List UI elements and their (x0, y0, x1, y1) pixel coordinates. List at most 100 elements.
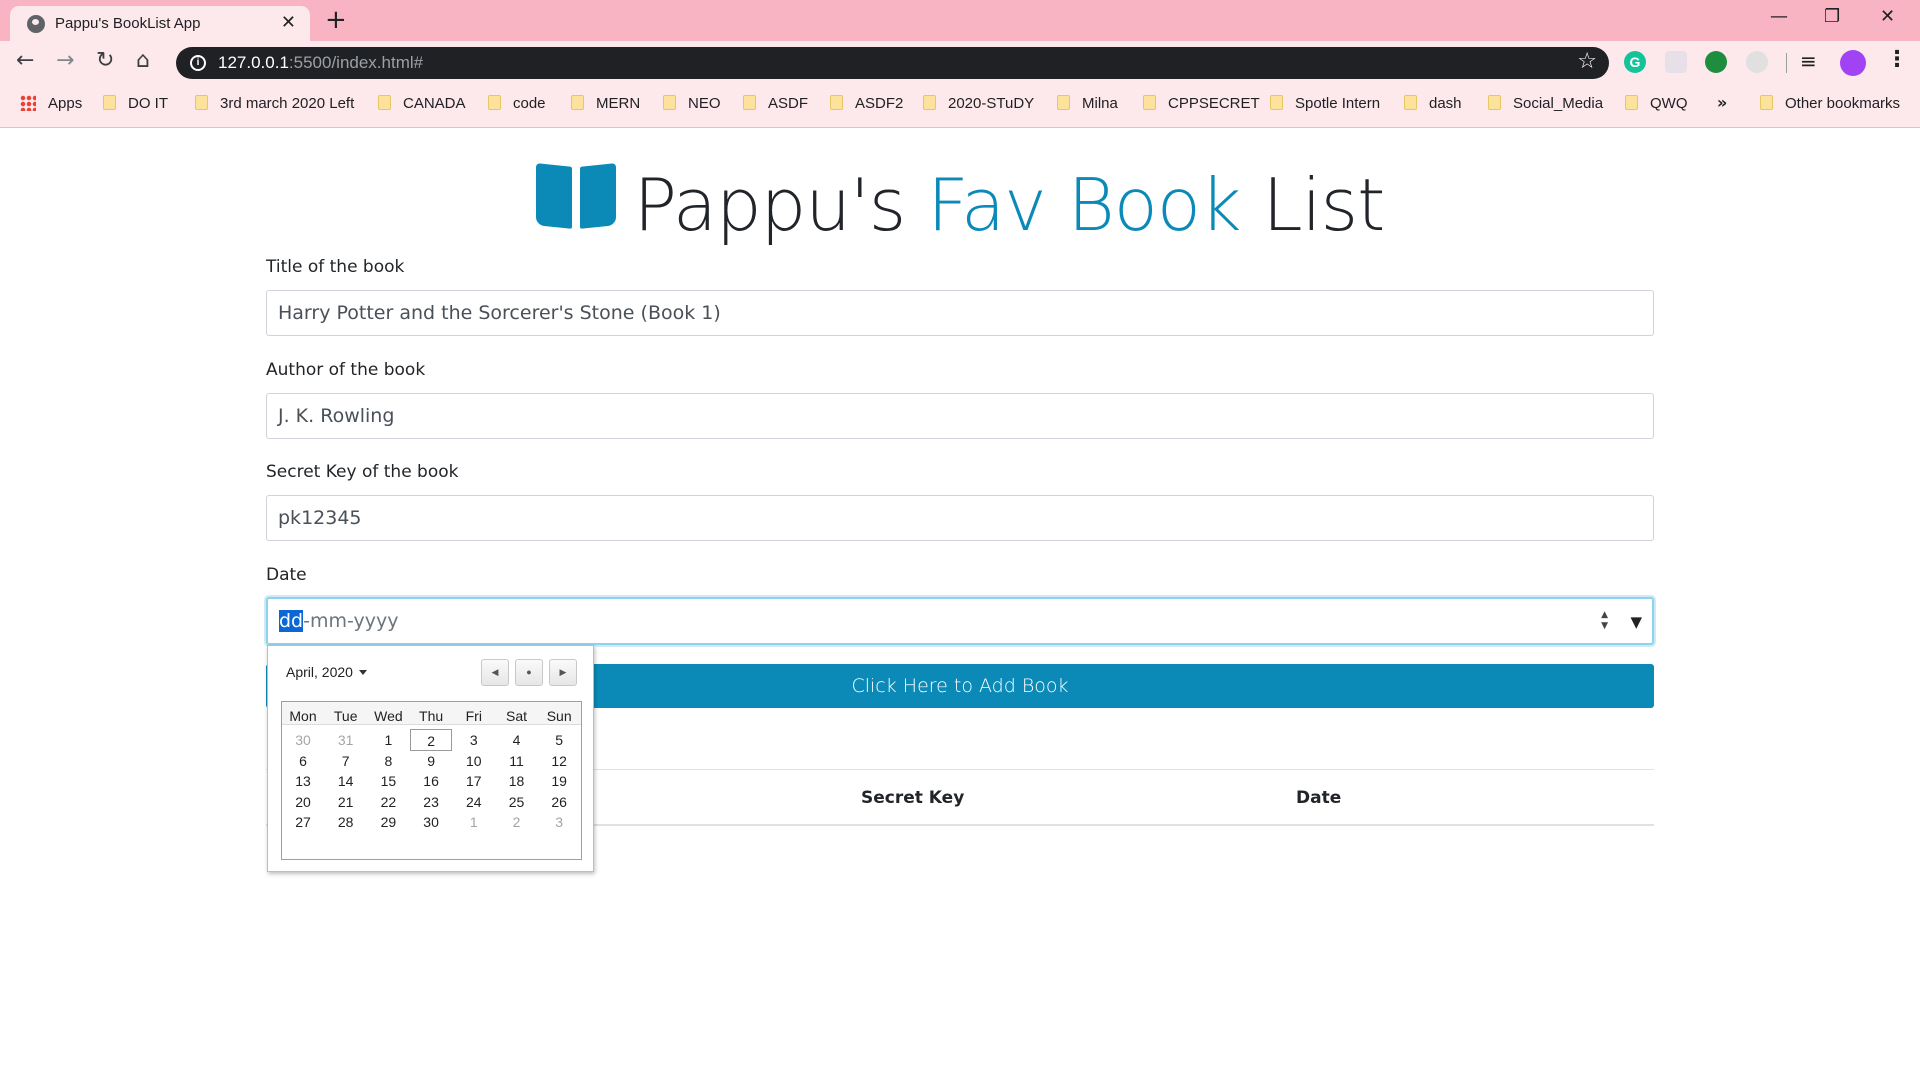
author-label: Author of the book (266, 360, 426, 380)
bookmark-item[interactable]: MERN (571, 95, 640, 112)
today-button[interactable]: ● (515, 659, 543, 686)
star-icon[interactable]: ☆ (1577, 49, 1597, 74)
calendar-day[interactable]: 15 (367, 770, 409, 792)
browser-tab[interactable]: Pappu's BookList App ✕ (10, 6, 310, 41)
calendar-day[interactable]: 9 (410, 750, 452, 772)
url-text[interactable]: 127.0.0.1:5500/index.html# (218, 53, 423, 73)
bookmark-item[interactable]: Milna (1057, 95, 1118, 112)
author-input[interactable]: J. K. Rowling (266, 393, 1654, 439)
calendar-day[interactable]: 18 (496, 770, 538, 792)
home-icon[interactable]: ⌂ (136, 48, 150, 73)
extension-icon[interactable] (1746, 51, 1768, 73)
folder-icon (1760, 95, 1773, 110)
secret-key-input[interactable]: pk12345 (266, 495, 1654, 541)
close-tab-icon[interactable]: ✕ (281, 12, 296, 33)
bookmark-item[interactable]: DO IT (103, 95, 168, 112)
calendar-day[interactable]: 13 (282, 770, 324, 792)
new-tab-button[interactable]: + (325, 5, 347, 35)
calendar-day[interactable]: 27 (282, 811, 324, 833)
browser-toolbar: ← → ↻ ⌂ i 127.0.0.1:5500/index.html# ☆ G… (0, 41, 1920, 83)
calendar-day[interactable]: 24 (453, 791, 495, 813)
calendar-day[interactable]: 29 (367, 811, 409, 833)
calendar-day[interactable]: 1 (367, 729, 409, 751)
back-arrow-icon[interactable]: ← (16, 48, 34, 73)
date-spinner-icon[interactable]: ▲ ▼ (1601, 610, 1608, 632)
bookmark-item[interactable]: dash (1404, 95, 1462, 112)
date-input[interactable]: dd-mm-yyyy ▲ ▼ ▼ (266, 597, 1654, 645)
previous-month-button[interactable]: ◀ (481, 659, 509, 686)
calendar-day[interactable]: 28 (325, 811, 367, 833)
date-day-segment[interactable]: dd (279, 610, 304, 632)
folder-icon (923, 95, 936, 110)
calendar-day[interactable]: 12 (538, 750, 580, 772)
calendar-day[interactable]: 2 (496, 811, 538, 833)
reload-icon[interactable]: ↻ (96, 48, 114, 73)
calendar-day[interactable]: 21 (325, 791, 367, 813)
kebab-menu-icon[interactable]: ⋮ (1886, 47, 1908, 72)
bookmark-item[interactable]: NEO (663, 95, 721, 112)
calendar-dropdown-icon[interactable]: ▼ (1630, 600, 1642, 644)
bookmark-item[interactable]: CANADA (378, 95, 466, 112)
grammarly-extension-icon[interactable]: G (1624, 51, 1646, 73)
folder-icon (1488, 95, 1501, 110)
date-placeholder: -mm-yyyy (303, 610, 399, 632)
calendar-day[interactable]: 26 (538, 791, 580, 813)
calendar-day[interactable]: 30 (410, 811, 452, 833)
minimize-button[interactable]: — (1770, 6, 1788, 27)
profile-avatar[interactable] (1840, 50, 1866, 76)
page-title: Pappu's Fav Book List (0, 163, 1920, 247)
calendar-day[interactable]: 3 (453, 729, 495, 751)
extension-icon[interactable] (1705, 51, 1727, 73)
maximize-button[interactable]: ❐ (1824, 6, 1840, 27)
calendar-day[interactable]: 3 (538, 811, 580, 833)
calendar-day[interactable]: 4 (496, 729, 538, 751)
calendar-day[interactable]: 20 (282, 791, 324, 813)
calendar-day[interactable]: 1 (453, 811, 495, 833)
apps-grid-icon (20, 95, 36, 111)
calendar-day[interactable]: 10 (453, 750, 495, 772)
calendar-day[interactable]: 14 (325, 770, 367, 792)
month-selector[interactable]: April, 2020 (286, 664, 367, 680)
weekday-label: Sat (505, 708, 527, 724)
calendar-day[interactable]: 19 (538, 770, 580, 792)
browser-tabstrip: Pappu's BookList App ✕ + — ❐ ✕ (0, 0, 1920, 41)
media-control-icon[interactable]: ≡ (1800, 49, 1817, 73)
bookmark-apps[interactable]: Apps (20, 95, 82, 112)
info-icon[interactable]: i (190, 55, 206, 71)
bookmark-item[interactable]: CPPSECRET (1143, 95, 1260, 112)
calendar-day[interactable]: 2 (410, 729, 453, 751)
date-picker-popup: April, 2020 ◀ ● ▶ Mon Tue Wed Thu Fri Sa… (267, 645, 594, 872)
bookmark-item[interactable]: 3rd march 2020 Left (195, 95, 354, 112)
calendar-day[interactable]: 17 (453, 770, 495, 792)
calendar-day[interactable]: 16 (410, 770, 452, 792)
title-label: Title of the book (266, 257, 405, 277)
calendar-day[interactable]: 30 (282, 729, 324, 751)
bookmark-item[interactable]: ASDF (743, 95, 808, 112)
forward-arrow-icon[interactable]: → (56, 48, 74, 73)
bookmark-item[interactable]: code (488, 95, 546, 112)
calendar-day[interactable]: 22 (367, 791, 409, 813)
folder-icon (1625, 95, 1638, 110)
calendar-day[interactable]: 8 (367, 750, 409, 772)
calendar-day[interactable]: 5 (538, 729, 580, 751)
bookmark-item[interactable]: 2020-STuDY (923, 95, 1034, 112)
table-header-secret-key: Secret Key (861, 788, 965, 808)
calendar-day[interactable]: 7 (325, 750, 367, 772)
address-bar[interactable]: i 127.0.0.1:5500/index.html# ☆ (176, 47, 1609, 79)
calendar-day[interactable]: 6 (282, 750, 324, 772)
bookmark-item[interactable]: QWQ (1625, 95, 1688, 112)
calendar-day[interactable]: 25 (496, 791, 538, 813)
next-month-button[interactable]: ▶ (549, 659, 577, 686)
bookmarks-overflow-button[interactable]: » (1717, 93, 1727, 112)
title-input[interactable]: Harry Potter and the Sorcerer's Stone (B… (266, 290, 1654, 336)
calendar-day[interactable]: 11 (496, 750, 538, 772)
other-bookmarks[interactable]: Other bookmarks (1760, 95, 1900, 112)
bookmark-item[interactable]: ASDF2 (830, 95, 903, 112)
bookmark-item[interactable]: Spotle Intern (1270, 95, 1380, 112)
bookmark-item[interactable]: Social_Media (1488, 95, 1603, 112)
extension-icon[interactable] (1665, 51, 1687, 73)
close-window-button[interactable]: ✕ (1880, 6, 1895, 27)
calendar-day[interactable]: 31 (325, 729, 367, 751)
calendar-day[interactable]: 23 (410, 791, 452, 813)
weekday-label: Tue (333, 708, 358, 724)
